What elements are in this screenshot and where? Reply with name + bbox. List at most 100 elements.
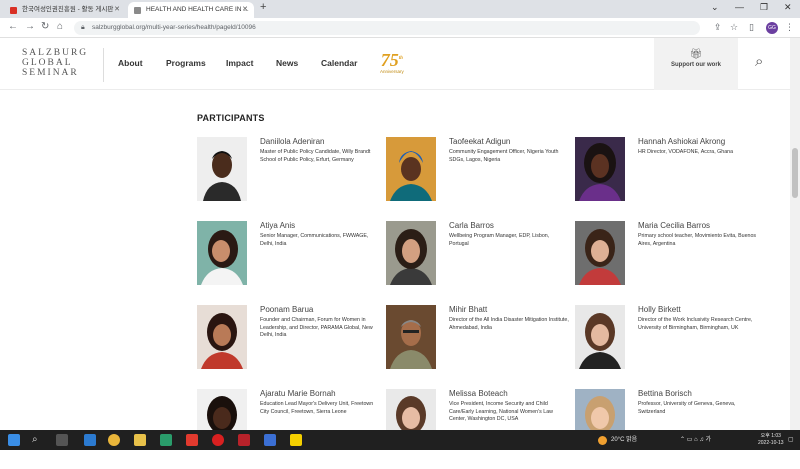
participant-name[interactable]: Atiya Anis [260, 221, 295, 230]
taskbar-clock[interactable]: 오후 1:03 2022-10-13 [758, 433, 784, 447]
participant-name[interactable]: Carla Barros [449, 221, 494, 230]
participant-title: Education Lead Mayor's Delivery Unit, Fr… [260, 401, 374, 415]
weather-text[interactable]: 20°C 맑음 [611, 430, 637, 450]
browser-tab-1[interactable]: 한국여성인권진흥원 - 활동 게시판 ✕ [4, 2, 126, 18]
share-icon[interactable]: ⇪ [714, 22, 722, 33]
participant-title: Master of Public Policy Candidate, Willy… [260, 149, 371, 163]
app-icon[interactable] [160, 434, 172, 446]
participant-photo [575, 305, 625, 369]
participant-name[interactable]: Mihir Bhatt [449, 305, 487, 314]
participant-photo [575, 137, 625, 201]
task-view-icon[interactable] [56, 434, 68, 446]
app-icon[interactable] [238, 434, 250, 446]
participant-name[interactable]: Hannah Ashiokai Akrong [638, 137, 725, 146]
participant-card[interactable]: Taofeekat Adigun Community Engagement Of… [386, 137, 576, 217]
chat-app-icon[interactable] [290, 434, 302, 446]
participant-card[interactable]: Maria Cecilia Barros Primary school teac… [575, 221, 765, 301]
reload-icon[interactable]: ↻ [41, 21, 49, 32]
nav-impact[interactable]: Impact [226, 58, 253, 68]
folder-icon[interactable] [134, 434, 146, 446]
video-icon[interactable] [186, 434, 198, 446]
nav-calendar[interactable]: Calendar [321, 58, 357, 68]
profile-avatar[interactable]: GG [766, 22, 778, 34]
close-window-icon[interactable]: ✕ [784, 2, 792, 13]
gift-icon: 🎁︎ [689, 49, 703, 60]
site-header: SALZBURG GLOBAL SEMINAR About Programs I… [0, 38, 790, 90]
participant-photo [575, 221, 625, 285]
participant-name[interactable]: Ajaratu Marie Bornah [260, 389, 336, 398]
tab-title: 한국여성인권진흥원 - 활동 게시판 [22, 6, 114, 13]
participant-photo [386, 305, 436, 369]
anniversary-logo[interactable]: 75th Anniversary [380, 50, 404, 74]
app-icon[interactable] [84, 434, 96, 446]
participant-photo [386, 137, 436, 201]
app-icon[interactable] [264, 434, 276, 446]
anniversary-number: 75 [380, 50, 399, 70]
participant-name[interactable]: Bettina Borisch [638, 389, 692, 398]
participant-title: Senior Manager, Communications, FWWAGE, … [260, 233, 369, 247]
search-icon[interactable]: ⌕ [755, 53, 763, 70]
maximize-icon[interactable]: ❐ [760, 2, 768, 13]
tab-search-icon[interactable]: ⌄ [711, 2, 719, 13]
participant-photo [197, 305, 247, 369]
participant-photo [386, 389, 436, 430]
forward-icon[interactable]: → [25, 21, 35, 32]
section-title: PARTICIPANTS [197, 113, 265, 123]
participant-card[interactable]: Atiya Anis Senior Manager, Communication… [197, 221, 387, 301]
nav-news[interactable]: News [276, 58, 298, 68]
participant-name[interactable]: Melissa Boteach [449, 389, 508, 398]
search-icon[interactable]: ⌕ [32, 434, 44, 446]
new-tab-icon[interactable]: + [260, 1, 266, 13]
participant-name[interactable]: Daniilola Adeniran [260, 137, 325, 146]
participant-name[interactable]: Poonam Barua [260, 305, 313, 314]
participant-card[interactable]: Melissa Boteach Vice President, Income S… [386, 389, 576, 469]
media-icon[interactable] [212, 434, 224, 446]
participant-name[interactable]: Holly Birkett [638, 305, 681, 314]
notification-icon[interactable]: ▢ [788, 430, 794, 450]
participant-photo [197, 137, 247, 201]
participant-card[interactable]: Holly Birkett Director of the Work Inclu… [575, 305, 765, 385]
participant-card[interactable]: Carla Barros Wellbeing Program Manager, … [386, 221, 576, 301]
support-button[interactable]: 🎁︎ Support our work [654, 38, 738, 90]
nav-programs[interactable]: Programs [166, 58, 206, 68]
participant-title: Community Engagement Officer, Nigeria Yo… [449, 149, 559, 163]
browser-tab-bar: 한국여성인권진흥원 - 활동 게시판 ✕ HEALTH AND HEALTH C… [0, 0, 800, 18]
participant-title: Primary school teacher, Movimiento Evita… [638, 233, 757, 247]
participant-name[interactable]: Taofeekat Adigun [449, 137, 510, 146]
tab-favicon-icon [10, 7, 17, 14]
url-field[interactable]: 🔒︎ salzburgglobal.org/multi-year-series/… [74, 21, 700, 35]
nav-about[interactable]: About [118, 58, 143, 68]
participant-card[interactable]: Mihir Bhatt Director of the All India Di… [386, 305, 576, 385]
chrome-icon[interactable] [108, 434, 120, 446]
minimize-icon[interactable]: — [735, 2, 744, 12]
back-icon[interactable]: ← [8, 21, 18, 32]
participant-card[interactable]: Bettina Borisch Professor, University of… [575, 389, 765, 469]
scrollbar-thumb[interactable] [792, 148, 798, 198]
logo-line: SALZBURG [22, 48, 89, 58]
participant-card[interactable]: Ajaratu Marie Bornah Education Lead Mayo… [197, 389, 387, 469]
participant-title: Director of the Work Inclusivity Researc… [638, 317, 753, 331]
lock-icon: 🔒︎ [81, 24, 85, 31]
participant-name[interactable]: Maria Cecilia Barros [638, 221, 710, 230]
participant-card[interactable]: Daniilola Adeniran Master of Public Poli… [197, 137, 387, 217]
participant-photo [197, 221, 247, 285]
clock-time: 오후 1:03 [760, 433, 781, 439]
menu-dots-icon[interactable]: ⋮ [785, 22, 794, 33]
site-logo[interactable]: SALZBURG GLOBAL SEMINAR [22, 48, 88, 78]
logo-line: GLOBAL [22, 58, 73, 68]
windows-start-icon[interactable] [8, 434, 20, 446]
tray-icons[interactable]: ⌃ ▭ ⌂ ♫ 가 [680, 430, 711, 450]
participant-card[interactable]: Poonam Barua Founder and Chairman, Forum… [197, 305, 387, 385]
page-scrollbar[interactable] [790, 38, 800, 430]
close-tab-icon[interactable]: ✕ [114, 2, 120, 18]
anniversary-label: Anniversary [380, 69, 404, 74]
participant-photo [575, 389, 625, 430]
bookmark-star-icon[interactable]: ☆ [730, 22, 738, 33]
anniversary-sup: th [398, 56, 403, 61]
participant-photo [197, 389, 247, 430]
browser-tab-2[interactable]: HEALTH AND HEALTH CARE IN ... ✕ [128, 2, 254, 18]
side-panel-icon[interactable]: ▯ [749, 22, 754, 33]
participant-card[interactable]: Hannah Ashiokai Akrong HR Director, VODA… [575, 137, 765, 217]
close-tab-icon[interactable]: ✕ [242, 2, 248, 18]
home-icon[interactable]: ⌂ [57, 21, 63, 32]
